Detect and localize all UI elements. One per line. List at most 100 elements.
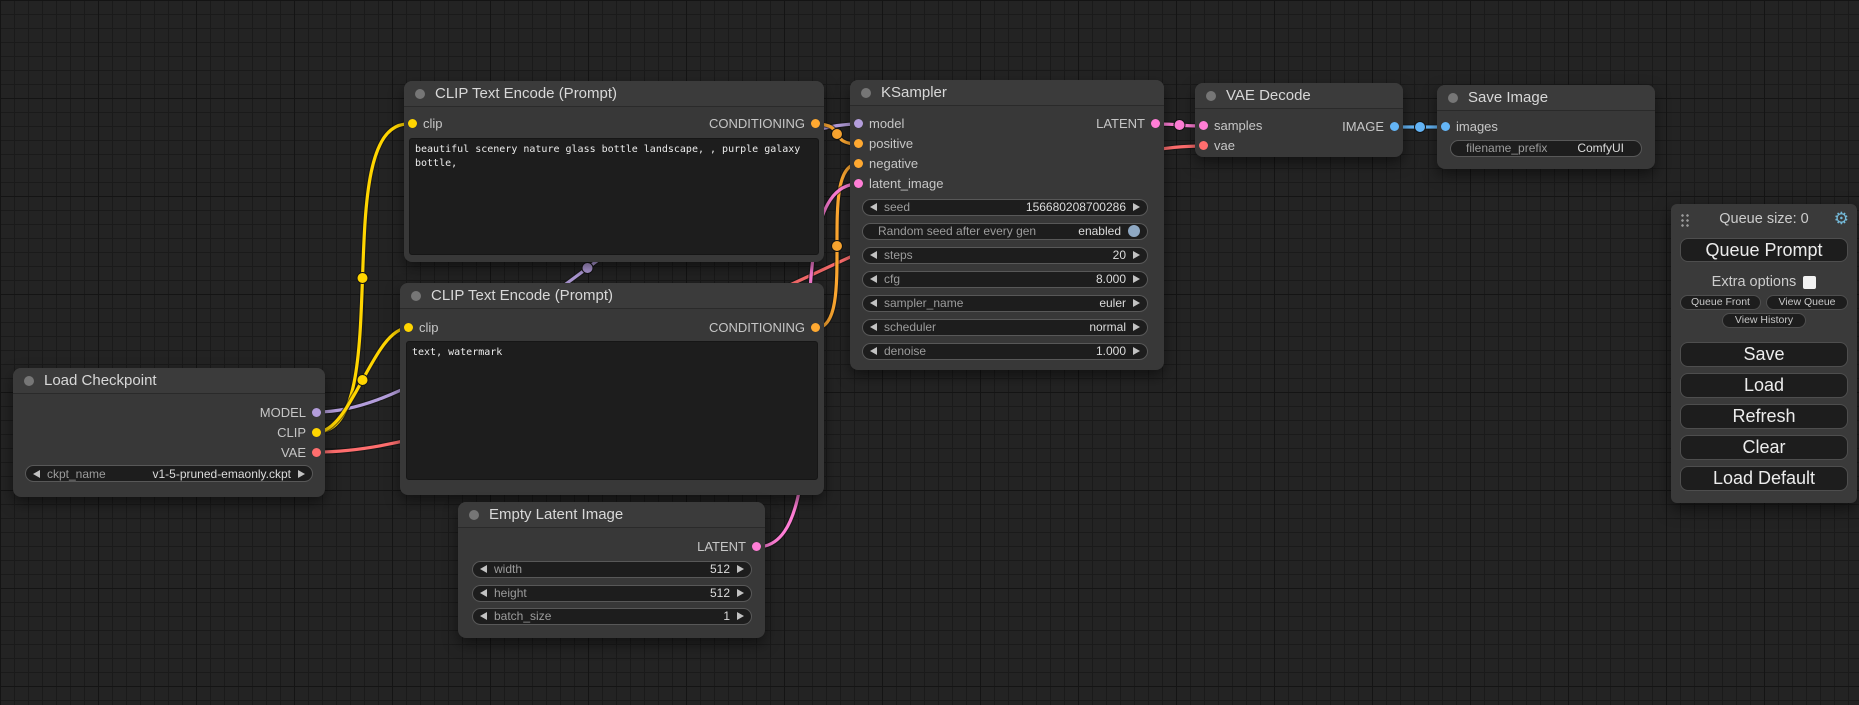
decrement-arrow-icon[interactable] [33,470,40,478]
latent-port-dot[interactable] [1199,121,1208,130]
node-empty-latent-image[interactable]: Empty Latent Image LATENT width 512 heig… [458,502,765,638]
input-port-negative[interactable]: negative [850,154,918,174]
output-port-conditioning[interactable]: CONDITIONING [709,114,824,134]
load-default-button[interactable]: Load Default [1680,466,1848,491]
node-graph-canvas[interactable]: Load Checkpoint MODEL CLIP VAE ckpt_name… [0,0,1859,705]
vae-port-dot[interactable] [1199,141,1208,150]
input-port-positive[interactable]: positive [850,134,913,154]
node-title-bar[interactable]: CLIP Text Encode (Prompt) [404,81,824,107]
node-title-bar[interactable]: KSampler [850,80,1164,106]
collapse-dot-icon[interactable] [24,376,34,386]
save-button[interactable]: Save [1680,342,1848,367]
increment-arrow-icon[interactable] [1133,299,1140,307]
increment-arrow-icon[interactable] [737,589,744,597]
node-title-bar[interactable]: Empty Latent Image [458,502,765,528]
model-port-dot[interactable] [312,408,321,417]
increment-arrow-icon[interactable] [737,565,744,573]
input-port-samples[interactable]: samples [1195,116,1262,136]
widget-sampler-name[interactable]: sampler_name euler [862,295,1148,312]
output-port-latent[interactable]: LATENT [697,537,765,557]
model-port-dot[interactable] [854,119,863,128]
widget-seed[interactable]: seed 156680208700286 [862,199,1148,216]
widget-batch-size[interactable]: batch_size 1 [472,608,752,625]
input-port-clip[interactable]: clip [404,114,443,134]
decrement-arrow-icon[interactable] [480,612,487,620]
widget-ckpt-name[interactable]: ckpt_name v1-5-pruned-emaonly.ckpt [25,465,313,482]
increment-arrow-icon[interactable] [737,612,744,620]
conditioning-port-dot[interactable] [811,323,820,332]
queue-front-button[interactable]: Queue Front [1680,295,1761,310]
input-port-model[interactable]: model [850,114,904,134]
decrement-arrow-icon[interactable] [870,251,877,259]
refresh-button[interactable]: Refresh [1680,404,1848,429]
load-button[interactable]: Load [1680,373,1848,398]
node-ksampler[interactable]: KSampler model positive negative latent_… [850,80,1164,370]
settings-gear-icon[interactable]: ⚙ [1834,208,1849,230]
input-port-vae[interactable]: vae [1195,136,1235,156]
conditioning-port-dot[interactable] [854,159,863,168]
input-port-latent-image[interactable]: latent_image [850,174,943,194]
node-load-checkpoint[interactable]: Load Checkpoint MODEL CLIP VAE ckpt_name… [13,368,325,497]
queue-menu-panel[interactable]: Queue size: 0 ⚙ Queue Prompt Extra optio… [1671,204,1857,503]
widget-steps[interactable]: steps 20 [862,247,1148,264]
widget-filename-prefix[interactable]: filename_prefix ComfyUI [1450,140,1642,157]
conditioning-port-dot[interactable] [811,119,820,128]
extra-options-checkbox[interactable] [1803,276,1816,289]
positive-prompt-textarea[interactable]: beautiful scenery nature glass bottle la… [409,138,819,255]
node-title-bar[interactable]: VAE Decode [1195,83,1403,109]
increment-arrow-icon[interactable] [298,470,305,478]
node-title-bar[interactable]: Save Image [1437,85,1655,111]
increment-arrow-icon[interactable] [1133,203,1140,211]
decrement-arrow-icon[interactable] [480,589,487,597]
clip-port-dot[interactable] [408,119,417,128]
view-queue-button[interactable]: View Queue [1766,295,1848,310]
clear-button[interactable]: Clear [1680,435,1848,460]
image-port-dot[interactable] [1441,122,1450,131]
increment-arrow-icon[interactable] [1133,347,1140,355]
clip-port-dot[interactable] [312,428,321,437]
image-port-dot[interactable] [1390,122,1399,131]
collapse-dot-icon[interactable] [469,510,479,520]
node-title-bar[interactable]: CLIP Text Encode (Prompt) [400,283,824,309]
collapse-dot-icon[interactable] [411,291,421,301]
latent-port-dot[interactable] [752,542,761,551]
output-port-latent[interactable]: LATENT [1096,114,1164,134]
collapse-dot-icon[interactable] [1206,91,1216,101]
collapse-dot-icon[interactable] [1448,93,1458,103]
view-history-button[interactable]: View History [1722,313,1806,328]
node-save-image[interactable]: Save Image images filename_prefix ComfyU… [1437,85,1655,169]
increment-arrow-icon[interactable] [1133,323,1140,331]
widget-height[interactable]: height 512 [472,585,752,602]
collapse-dot-icon[interactable] [861,88,871,98]
input-port-clip[interactable]: clip [400,318,439,338]
node-vae-decode[interactable]: VAE Decode samples vae IMAGE [1195,83,1403,157]
conditioning-port-dot[interactable] [854,139,863,148]
output-port-conditioning[interactable]: CONDITIONING [709,318,824,338]
clip-port-dot[interactable] [404,323,413,332]
widget-scheduler[interactable]: scheduler normal [862,319,1148,336]
decrement-arrow-icon[interactable] [480,565,487,573]
collapse-dot-icon[interactable] [415,89,425,99]
latent-port-dot[interactable] [1151,119,1160,128]
decrement-arrow-icon[interactable] [870,323,877,331]
toggle-circle-icon[interactable] [1128,225,1140,237]
queue-prompt-button[interactable]: Queue Prompt [1680,238,1848,262]
widget-width[interactable]: width 512 [472,561,752,578]
increment-arrow-icon[interactable] [1133,251,1140,259]
output-port-vae[interactable]: VAE [281,443,325,463]
input-port-images[interactable]: images [1437,117,1498,137]
node-title-bar[interactable]: Load Checkpoint [13,368,325,394]
output-port-model[interactable]: MODEL [260,403,325,423]
decrement-arrow-icon[interactable] [870,347,877,355]
negative-prompt-textarea[interactable]: text, watermark [406,341,818,480]
vae-port-dot[interactable] [312,448,321,457]
latent-port-dot[interactable] [854,179,863,188]
increment-arrow-icon[interactable] [1133,275,1140,283]
output-port-image[interactable]: IMAGE [1342,117,1403,137]
node-clip-text-encode-negative[interactable]: CLIP Text Encode (Prompt) clip CONDITION… [400,283,824,495]
decrement-arrow-icon[interactable] [870,203,877,211]
decrement-arrow-icon[interactable] [870,275,877,283]
widget-random-seed-toggle[interactable]: Random seed after every gen enabled [862,223,1148,240]
widget-cfg[interactable]: cfg 8.000 [862,271,1148,288]
widget-denoise[interactable]: denoise 1.000 [862,343,1148,360]
